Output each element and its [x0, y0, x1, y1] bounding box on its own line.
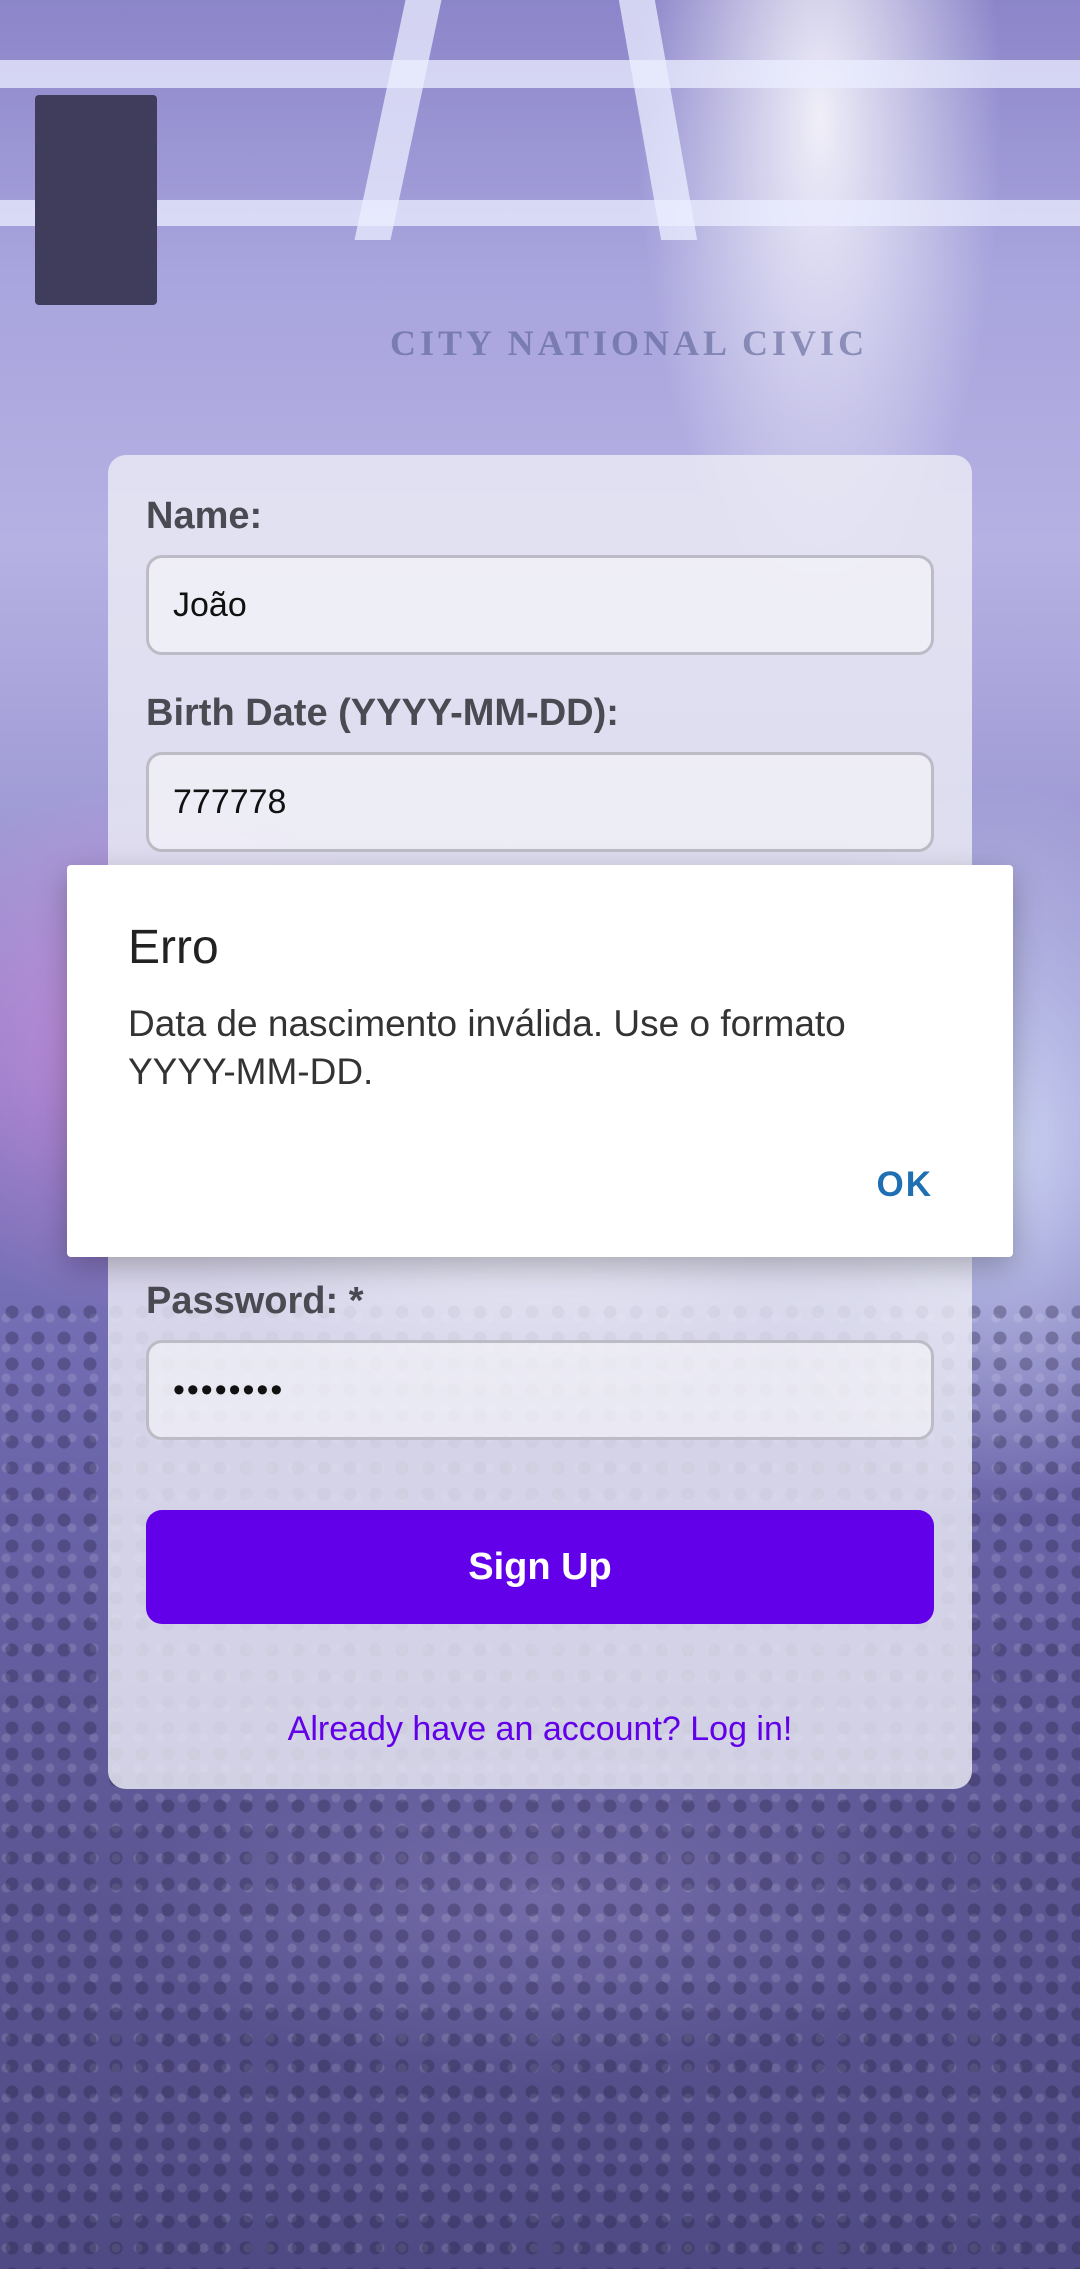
dialog-title: Erro: [128, 921, 219, 974]
speaker-box: [35, 95, 157, 305]
ceiling-beam: [0, 200, 1080, 226]
name-label: Name:: [146, 495, 263, 537]
dialog-message: Data de nascimento inválida. Use o forma…: [128, 1003, 846, 1092]
sign-up-button[interactable]: Sign Up: [146, 1510, 934, 1624]
password-label: Password: *: [146, 1280, 364, 1322]
birth-date-label: Birth Date (YYYY-MM-DD):: [146, 692, 619, 734]
ok-button[interactable]: OK: [877, 1165, 934, 1205]
ceiling-beam: [0, 60, 1080, 88]
login-link[interactable]: Already have an account? Log in!: [108, 1710, 972, 1749]
name-input[interactable]: João: [146, 555, 934, 655]
venue-sign: CITY NATIONAL CIVIC: [390, 323, 869, 363]
password-input[interactable]: ••••••••: [146, 1340, 934, 1440]
birth-date-input[interactable]: 777778: [146, 752, 934, 852]
error-dialog: Erro Data de nascimento inválida. Use o …: [67, 865, 1013, 1257]
